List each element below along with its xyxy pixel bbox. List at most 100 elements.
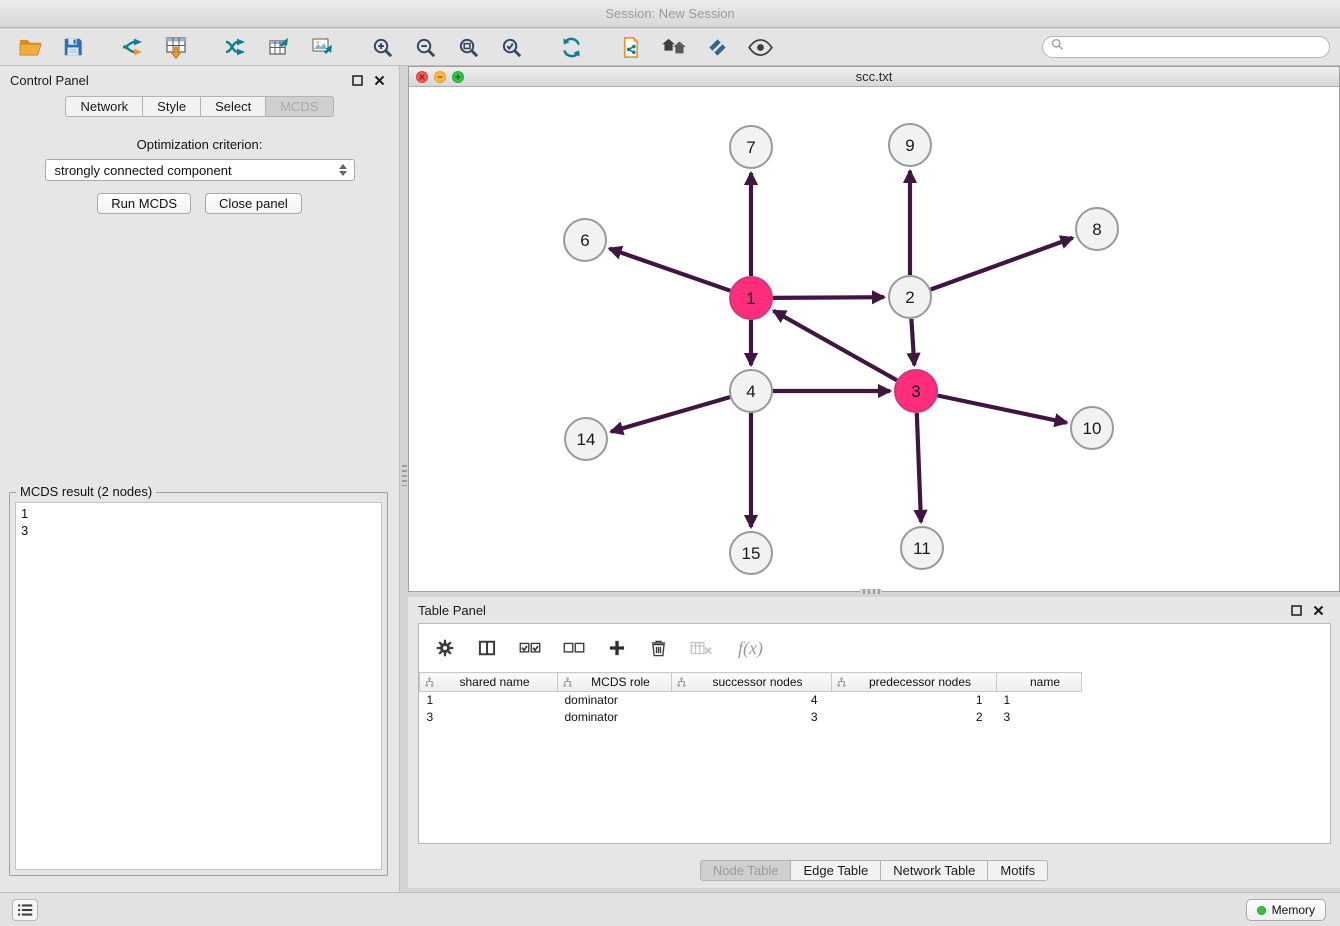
function-builder-fx-icon: f(x) — [738, 638, 763, 659]
table-settings-gear-icon[interactable] — [435, 638, 455, 658]
window-minimize-icon[interactable] — [434, 71, 446, 83]
network-window-titlebar[interactable]: scc.txt — [409, 67, 1339, 87]
mcds-result-text[interactable]: 13 — [15, 502, 382, 870]
svg-text:8: 8 — [1092, 220, 1101, 239]
node-11[interactable]: 11 — [901, 527, 943, 569]
window-title: Session: New Session — [605, 6, 734, 21]
delete-table-icon-disabled — [690, 640, 712, 657]
edge-3-11[interactable] — [917, 413, 921, 522]
control-panel-title: Control Panel — [10, 73, 89, 88]
edge-3-1[interactable] — [774, 311, 897, 380]
node-2[interactable]: 2 — [889, 276, 931, 318]
search-box[interactable] — [1042, 36, 1330, 58]
eye-icon[interactable] — [740, 31, 780, 63]
home-icon[interactable] — [654, 31, 694, 63]
column-header-shared-name[interactable]: shared name — [420, 673, 558, 692]
import-network-icon[interactable] — [113, 31, 153, 63]
graphics-details-icon[interactable] — [697, 31, 737, 63]
node-1[interactable]: 1 — [730, 277, 772, 319]
window-zoom-icon[interactable] — [452, 71, 464, 83]
refresh-icon[interactable] — [551, 31, 591, 63]
edge-1-2[interactable] — [773, 297, 884, 298]
svg-text:15: 15 — [742, 544, 761, 563]
export-image-icon[interactable] — [302, 31, 342, 63]
tab-node-table[interactable]: Node Table — [700, 860, 792, 881]
column-label: shared name — [459, 675, 529, 689]
tab-edge-table[interactable]: Edge Table — [790, 860, 881, 881]
open-session-icon[interactable] — [10, 31, 50, 63]
unselect-all-columns-icon[interactable] — [563, 640, 585, 657]
window-controls — [416, 71, 464, 83]
edge-1-6[interactable] — [610, 249, 731, 291]
float-table-panel-icon[interactable] — [1288, 602, 1304, 618]
tab-style[interactable]: Style — [142, 96, 201, 117]
edge-3-10[interactable] — [938, 396, 1067, 423]
table-header-row: shared name MCDS role successor nodes pr… — [420, 673, 1082, 692]
node-4[interactable]: 4 — [730, 370, 772, 412]
column-header-predecessor-nodes[interactable]: predecessor nodes — [832, 673, 997, 692]
node-7[interactable]: 7 — [730, 126, 772, 168]
node-6[interactable]: 6 — [564, 219, 606, 261]
export-network-icon[interactable] — [216, 31, 256, 63]
svg-text:2: 2 — [905, 288, 914, 307]
memory-status-dot-icon — [1257, 906, 1266, 915]
table-row[interactable]: 1dominator411 — [420, 692, 1082, 709]
window-close-icon[interactable] — [416, 71, 428, 83]
node-15[interactable]: 15 — [730, 532, 772, 574]
tab-mcds[interactable]: MCDS — [265, 96, 333, 117]
column-header-mcds-role[interactable]: MCDS role — [558, 673, 672, 692]
zoom-out-icon[interactable] — [405, 31, 445, 63]
show-columns-icon[interactable] — [477, 638, 497, 658]
column-header-name[interactable]: name — [997, 673, 1082, 692]
vertical-splitter-handle[interactable] — [402, 462, 407, 486]
tab-motifs[interactable]: Motifs — [987, 860, 1048, 881]
mcds-result-line: 1 — [21, 505, 376, 522]
svg-text:10: 10 — [1083, 419, 1102, 438]
task-history-list-icon[interactable] — [12, 899, 38, 921]
edge-2-3[interactable] — [911, 319, 914, 365]
close-panel-icon[interactable] — [371, 72, 387, 88]
column-type-icon — [836, 677, 847, 691]
tab-network-table[interactable]: Network Table — [880, 860, 988, 881]
edge-4-14[interactable] — [611, 397, 730, 432]
mcds-result-line: 3 — [21, 522, 376, 539]
column-label: name — [1030, 675, 1060, 689]
import-table-icon[interactable] — [156, 31, 196, 63]
node-8[interactable]: 8 — [1076, 208, 1118, 250]
float-panel-icon[interactable] — [349, 72, 365, 88]
tab-select[interactable]: Select — [200, 96, 266, 117]
dropdown-stepper-icon — [336, 164, 350, 176]
export-table-icon[interactable] — [259, 31, 299, 63]
column-type-icon — [562, 677, 573, 691]
status-bar: Memory — [0, 892, 1340, 926]
table-panel-title: Table Panel — [418, 603, 486, 618]
add-column-icon[interactable] — [607, 638, 627, 658]
close-panel-button[interactable]: Close panel — [205, 193, 302, 214]
node-9[interactable]: 9 — [889, 124, 931, 166]
edge-2-8[interactable] — [931, 238, 1073, 290]
select-all-columns-icon[interactable] — [519, 640, 541, 657]
search-input[interactable] — [1070, 40, 1321, 54]
memory-button-label: Memory — [1272, 903, 1315, 917]
optimization-dropdown[interactable]: strongly connected component — [45, 159, 355, 181]
zoom-selected-icon[interactable] — [491, 31, 531, 63]
run-mcds-button[interactable]: Run MCDS — [97, 193, 191, 214]
node-14[interactable]: 14 — [565, 418, 607, 460]
node-table: shared name MCDS role successor nodes pr… — [419, 672, 1082, 726]
close-table-panel-icon[interactable] — [1310, 602, 1326, 618]
horizontal-splitter-handle[interactable] — [860, 589, 882, 594]
clone-network-icon[interactable] — [611, 31, 651, 63]
network-canvas[interactable]: 7 9 6 8 1 2 4 3 14 10 15 11 — [409, 87, 1339, 591]
column-header-successor-nodes[interactable]: successor nodes — [672, 673, 832, 692]
table-cell: dominator — [558, 709, 672, 726]
zoom-fit-icon[interactable] — [448, 31, 488, 63]
node-10[interactable]: 10 — [1071, 407, 1113, 449]
zoom-in-icon[interactable] — [362, 31, 402, 63]
save-session-icon[interactable] — [53, 31, 93, 63]
node-3[interactable]: 3 — [895, 370, 937, 412]
delete-column-trash-icon[interactable] — [649, 639, 668, 658]
table-row[interactable]: 3dominator323 — [420, 709, 1082, 726]
tab-network[interactable]: Network — [65, 96, 143, 117]
memory-button[interactable]: Memory — [1246, 899, 1326, 921]
table-cell: 4 — [672, 692, 832, 709]
